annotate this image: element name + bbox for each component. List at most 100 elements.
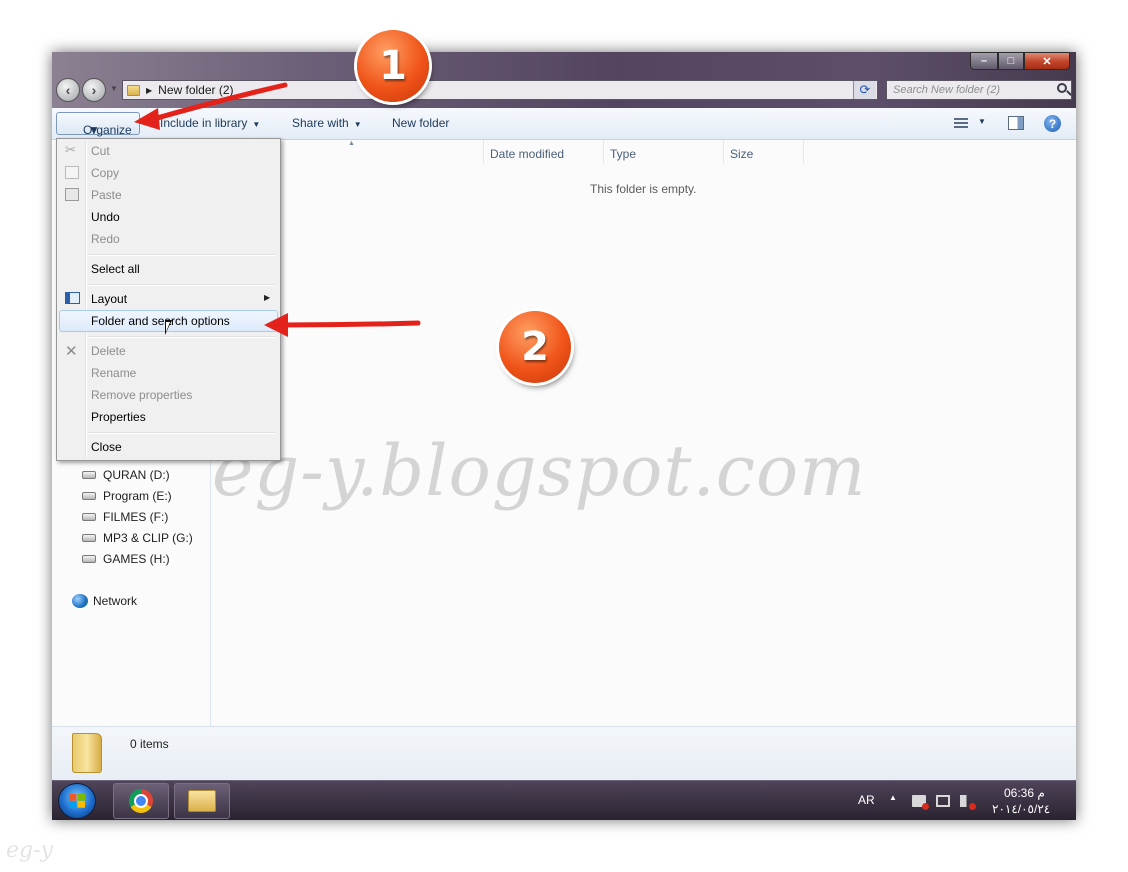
clock-date[interactable]: ٢٠١٤/٠٥/٢٤ (992, 802, 1050, 816)
menu-item-cut[interactable]: ✂ Cut (59, 140, 278, 162)
sort-arrow-icon: ▲ (348, 140, 355, 147)
network-tray-icon[interactable] (936, 795, 950, 807)
delete-icon: ✕ (65, 343, 78, 360)
search-input[interactable]: Search New folder (2) (886, 80, 1072, 100)
menu-item-label: Delete (91, 344, 126, 358)
blog-watermark: eg-y.blogspot.com (212, 430, 867, 512)
menu-item-label: Rename (91, 366, 137, 380)
drive-icon (82, 492, 96, 500)
file-explorer-icon (188, 790, 216, 812)
menu-item-paste[interactable]: Paste (59, 184, 278, 206)
folder-icon (127, 84, 140, 96)
copy-icon (65, 166, 79, 179)
change-view-icon[interactable] (954, 118, 968, 130)
menu-item-properties[interactable]: Properties (59, 406, 278, 428)
nav-drive-h[interactable]: GAMES (H:) (82, 552, 170, 566)
clock-time[interactable]: 06:36 م (1004, 786, 1045, 800)
step-badge-2: 2 (499, 311, 571, 383)
start-button[interactable] (58, 783, 96, 819)
menu-item-undo[interactable]: Undo (59, 206, 278, 228)
drive-icon (82, 513, 96, 521)
address-bar[interactable]: ▶ New folder (2) ▼ (122, 80, 878, 100)
column-divider[interactable] (483, 140, 484, 164)
menu-item-redo[interactable]: Redo (59, 228, 278, 250)
new-folder-button[interactable]: New folder (392, 116, 449, 130)
share-with-button[interactable]: Share with ▼ (292, 116, 362, 130)
nav-drive-d[interactable]: QURAN (D:) (82, 468, 170, 482)
search-icon[interactable] (1057, 83, 1067, 93)
maximize-button[interactable]: □ (998, 52, 1024, 70)
recent-pages-dropdown-icon[interactable]: ▼ (110, 84, 118, 93)
menu-item-label: Copy (91, 166, 120, 180)
menu-item-label: Properties (91, 410, 146, 424)
language-indicator[interactable]: AR (858, 793, 875, 807)
column-divider[interactable] (803, 140, 804, 164)
windows-logo-icon (69, 794, 85, 808)
include-in-library-button[interactable]: Include in library ▼ (160, 116, 260, 130)
corner-watermark: eg-y (6, 838, 53, 863)
taskbar-chrome[interactable] (113, 783, 169, 819)
menu-item-delete[interactable]: ✕ Delete (59, 340, 278, 362)
breadcrumb-current-folder[interactable]: New folder (2) (158, 83, 233, 97)
column-divider[interactable] (723, 140, 724, 164)
search-placeholder: Search New folder (2) (893, 84, 1000, 96)
drive-label: Program (E:) (103, 489, 172, 503)
drive-label: FILMES (F:) (103, 510, 169, 524)
menu-separator (87, 284, 276, 286)
window-controls: – □ ✕ (970, 52, 1070, 72)
column-header-size[interactable]: Size (730, 147, 753, 161)
breadcrumb-arrow-icon[interactable]: ▶ (146, 86, 152, 95)
menu-separator (87, 254, 276, 256)
menu-item-label: Close (91, 440, 122, 454)
menu-separator (87, 336, 276, 338)
taskbar-explorer[interactable] (174, 783, 230, 819)
menu-item-remove-properties[interactable]: Remove properties (59, 384, 278, 406)
column-divider[interactable] (603, 140, 604, 164)
details-pane: 0 items (52, 726, 1076, 781)
nav-network[interactable]: Network (72, 594, 138, 608)
menu-separator (87, 432, 276, 434)
column-header-type[interactable]: Type (610, 147, 636, 161)
chevron-down-icon: ▼ (88, 123, 100, 137)
drive-icon (82, 471, 96, 479)
nav-drive-g[interactable]: MP3 & CLIP (G:) (82, 531, 193, 545)
command-bar: Organize ▼ Include in library ▼ Share with… (52, 108, 1076, 140)
chevron-down-icon: ▼ (353, 120, 362, 129)
views-dropdown-icon[interactable]: ▼ (978, 117, 986, 126)
action-center-icon[interactable] (912, 795, 929, 810)
menu-item-label: Remove properties (91, 388, 193, 402)
close-button[interactable]: ✕ (1024, 52, 1070, 70)
minimize-button[interactable]: – (970, 52, 998, 70)
empty-folder-message: This folder is empty. (590, 182, 697, 196)
layout-icon (65, 292, 80, 304)
refresh-button[interactable]: ⟳ (853, 81, 876, 99)
preview-pane-icon[interactable] (1008, 116, 1024, 130)
menu-item-label: Layout (91, 292, 128, 306)
volume-icon[interactable] (960, 795, 976, 810)
menu-item-select-all[interactable]: Select all (59, 258, 278, 280)
menu-item-rename[interactable]: Rename (59, 362, 278, 384)
folder-icon (72, 733, 102, 773)
drive-label: GAMES (H:) (103, 552, 170, 566)
network-label: Network (93, 594, 138, 608)
nav-drive-f[interactable]: FILMES (F:) (82, 510, 168, 524)
back-button[interactable]: ‹ (56, 78, 80, 102)
drive-icon (82, 555, 96, 563)
nav-drive-e[interactable]: Program (E:) (82, 489, 172, 503)
drive-label: QURAN (D:) (103, 468, 170, 482)
forward-button[interactable]: › (82, 78, 106, 102)
item-count: 0 items (130, 737, 169, 751)
paste-icon (65, 188, 79, 201)
scissors-icon: ✂ (65, 142, 76, 157)
menu-item-label: Cut (91, 144, 110, 158)
menu-item-layout[interactable]: Layout ▶ (59, 288, 278, 310)
menu-item-label: Select all (91, 262, 140, 276)
column-header-date-modified[interactable]: Date modified (490, 147, 564, 161)
show-hidden-icons-icon[interactable]: ▲ (889, 793, 897, 802)
submenu-arrow-icon: ▶ (264, 293, 271, 302)
menu-item-copy[interactable]: Copy (59, 162, 278, 184)
menu-item-close[interactable]: Close (59, 436, 278, 458)
organize-button[interactable]: Organize ▼ (56, 112, 140, 137)
title-bar: – □ ✕ ‹ › ▼ ▶ New folder (2) ▼ ⟳ Search … (52, 52, 1076, 108)
help-icon[interactable]: ? (1044, 115, 1061, 132)
